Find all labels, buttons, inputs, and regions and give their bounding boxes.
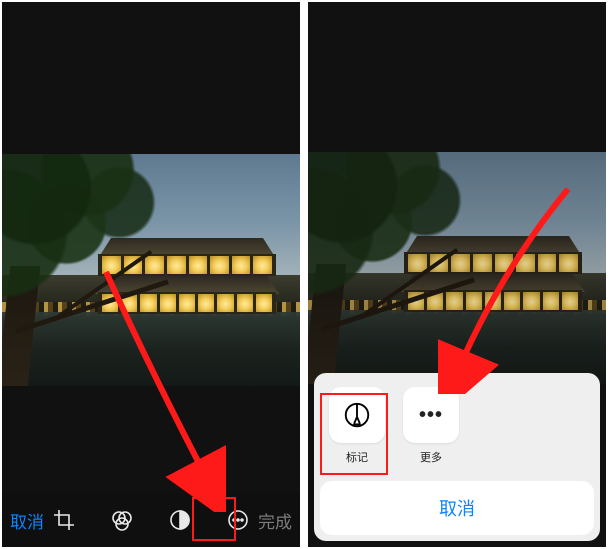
editor-topbar — [2, 2, 300, 26]
sheet-cancel-button[interactable]: 取消 — [320, 481, 594, 535]
cancel-button[interactable]: 取消 — [10, 508, 44, 533]
more-dots-icon: ••• — [403, 387, 459, 443]
action-sheet: 标记 ••• 更多 取消 — [314, 373, 600, 541]
photo-preview[interactable] — [308, 152, 606, 384]
crop-icon[interactable] — [50, 506, 78, 534]
sheet-item-label: 更多 — [400, 449, 462, 465]
sheet-item-markup[interactable]: 标记 — [326, 387, 388, 465]
left-screenshot: 取消 — [2, 2, 300, 547]
sheet-item-more[interactable]: ••• 更多 — [400, 387, 462, 465]
adjust-icon[interactable] — [166, 506, 194, 534]
sheet-item-label: 标记 — [326, 449, 388, 465]
editor-topbar — [308, 2, 606, 26]
markup-icon — [329, 387, 385, 443]
photo-preview[interactable] — [2, 154, 300, 386]
filters-icon[interactable] — [108, 506, 136, 534]
done-button[interactable]: 完成 — [258, 508, 292, 533]
action-sheet-row: 标记 ••• 更多 — [324, 383, 590, 475]
right-screenshot: 标记 ••• 更多 取消 — [308, 2, 606, 547]
editor-toolbar: 取消 — [2, 493, 300, 547]
more-icon[interactable] — [224, 506, 252, 534]
